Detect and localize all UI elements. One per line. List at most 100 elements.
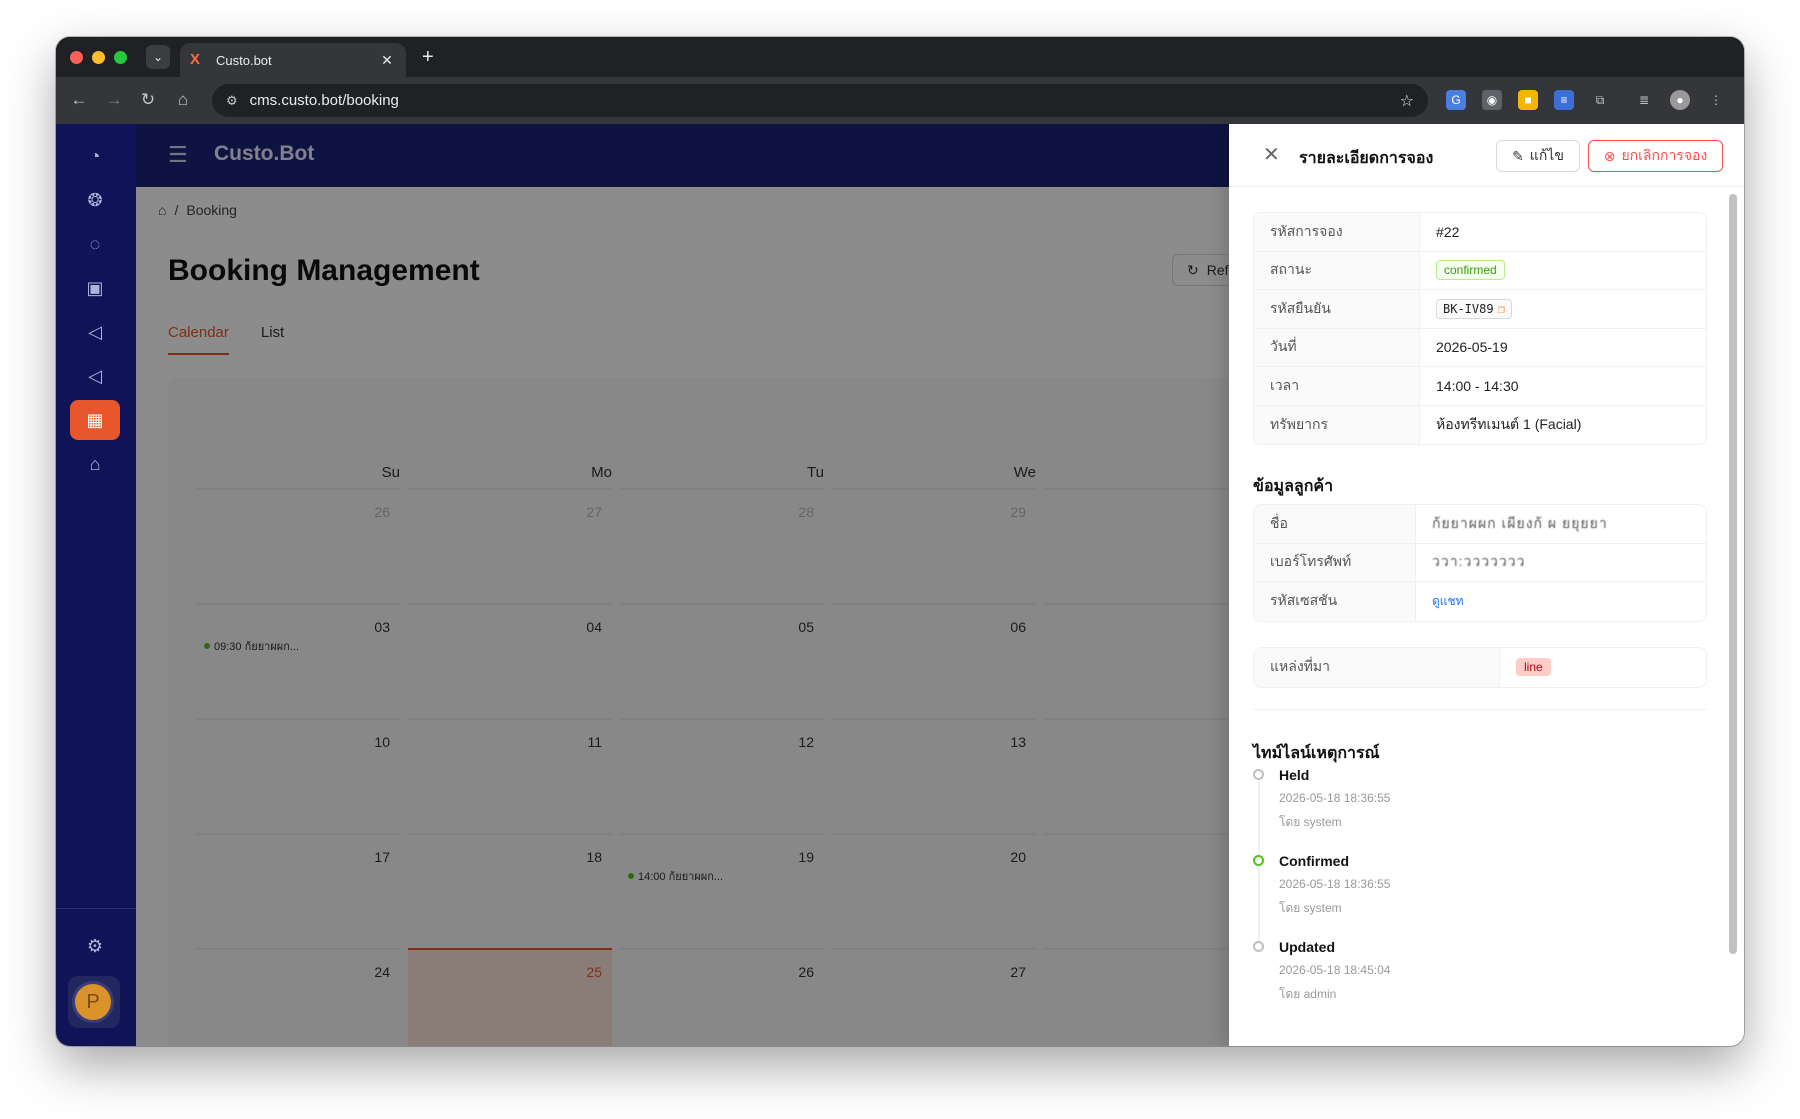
browser-menu-icon[interactable]: ⋮ (1706, 90, 1726, 110)
calendar-icon[interactable]: ▦ (70, 400, 120, 440)
translate-extension-icon[interactable]: G (1446, 90, 1466, 110)
tab-close-icon[interactable]: ✕ (378, 52, 396, 69)
cancel-booking-button[interactable]: ⊗ ยกเลิกการจอง (1588, 140, 1723, 172)
dashboard-icon[interactable]: ◔ (70, 136, 120, 176)
home-nav-icon[interactable]: ⌂ (70, 444, 120, 484)
label-time: เวลา (1254, 367, 1420, 405)
back-icon[interactable]: ← (68, 89, 90, 111)
browser-window: ⌄ X Custo.bot ✕ + ← → ↻ ⌂ ⚙ cms.custo.bo… (56, 37, 1744, 1046)
value-session: ดูแชท (1416, 582, 1706, 621)
tab-strip: ⌄ X Custo.bot ✕ + (56, 37, 1744, 77)
messages-icon[interactable]: ◌ (70, 224, 120, 264)
label-phone: เบอร์โทรศัพท์ (1254, 543, 1416, 581)
shop-bag-icon[interactable]: ▣ (70, 268, 120, 308)
site-info-icon[interactable]: ⚙ (226, 93, 238, 109)
value-status: confirmed (1420, 252, 1706, 290)
source-info-table: แหล่งที่มา line (1253, 647, 1707, 688)
label-source: แหล่งที่มา (1254, 648, 1500, 687)
timeline-event-actor: โดย system (1279, 815, 1342, 829)
value-source: line (1500, 648, 1706, 687)
broadcast-icon[interactable]: ◁ (70, 356, 120, 396)
value-confirm-code: BK-IV89 ❐ (1420, 290, 1706, 328)
maximize-window-button[interactable] (114, 51, 127, 64)
customer-section-title: ข้อมูลลูกค้า (1253, 478, 1334, 495)
copy-icon[interactable]: ❐ (1498, 302, 1505, 316)
cancel-label: ยกเลิกการจอง (1621, 147, 1708, 163)
row-resource: ทรัพยากร ห้องทรีทเมนต์ 1 (Facial) (1254, 405, 1706, 444)
settings-gear-icon[interactable]: ⚙ (70, 926, 120, 966)
avatar[interactable]: P (72, 981, 114, 1023)
drawer-header: ✕ รายละเอียดการจอง ✎ แก้ไข ⊗ ยกเลิกการจอ… (1229, 124, 1744, 187)
label-date: วันที่ (1254, 328, 1420, 366)
timeline-dot (1253, 855, 1264, 866)
edit-label: แก้ไข (1529, 147, 1564, 163)
edit-button[interactable]: ✎ แก้ไข (1496, 140, 1580, 172)
browser-toolbar: ← → ↻ ⌂ ⚙ cms.custo.bot/booking ☆ G ◉ ■ … (56, 77, 1744, 124)
drawer-scrollbar[interactable] (1729, 194, 1737, 954)
drawer-title: รายละเอียดการจอง (1299, 150, 1434, 167)
source-badge: line (1516, 658, 1551, 677)
row-phone: เบอร์โทรศัพท์ ววา:ววววววว (1254, 543, 1706, 582)
minimize-window-button[interactable] (92, 51, 105, 64)
label-confirm-code: รหัสยืนยัน (1254, 290, 1420, 328)
forward-icon[interactable]: → (103, 89, 125, 111)
camera-extension-icon[interactable]: ◉ (1482, 90, 1502, 110)
reload-icon[interactable]: ↻ (137, 89, 159, 111)
home-icon[interactable]: ⌂ (172, 89, 194, 111)
confirm-code-chip[interactable]: BK-IV89 ❐ (1436, 298, 1512, 319)
bookmark-star-icon[interactable]: ☆ (1400, 91, 1414, 111)
timeline-section-title: ไทม์ไลน์เหตุการณ์ (1253, 745, 1380, 762)
timeline-event-name: Confirmed (1279, 853, 1349, 869)
drawer-close-icon[interactable]: ✕ (1263, 142, 1280, 167)
cancel-circle-icon: ⊗ (1603, 147, 1616, 164)
blue-extension-icon[interactable]: ≡ (1554, 90, 1574, 110)
address-bar[interactable]: ⚙ cms.custo.bot/booking ☆ (212, 84, 1428, 117)
timeline-event-actor: โดย system (1279, 901, 1342, 915)
left-navigation: ◔ ❂ ◌ ▣ ◁ ◁ ▦ ⌂ ⚙ P (56, 124, 136, 1046)
browser-tab[interactable]: X Custo.bot ✕ (180, 43, 406, 77)
timeline-event-actor: โดย admin (1279, 987, 1337, 1001)
value-customer-name: ก้ยยาผผก เผียงก้ ผ ยยุยยา (1432, 514, 1608, 531)
timeline-event-name: Updated (1279, 939, 1335, 955)
value-phone: ววา:ววววววว (1432, 553, 1526, 570)
new-tab-icon[interactable]: + (422, 46, 434, 68)
section-divider (1253, 709, 1707, 710)
confirm-code-text: BK-IV89 (1443, 301, 1494, 316)
timeline-dot (1253, 941, 1264, 952)
profile-icon[interactable]: ● (1670, 90, 1690, 110)
app-viewport: ◔ ❂ ◌ ▣ ◁ ◁ ▦ ⌂ ⚙ P ☰ Custo.Bot ⌂ / Book… (56, 124, 1744, 1046)
value-booking-id: #22 (1436, 223, 1460, 240)
label-session: รหัสเซสชัน (1254, 582, 1416, 621)
row-customer-name: ชื่อ ก้ยยาผผก เผียงก้ ผ ยยุยยา (1254, 505, 1706, 544)
row-status: สถานะ confirmed (1254, 251, 1706, 290)
row-session: รหัสเซสชัน ดูแชท (1254, 582, 1706, 621)
tab-title: Custo.bot (216, 52, 272, 68)
row-confirm-code: รหัสยืนยัน BK-IV89 ❐ (1254, 290, 1706, 329)
edit-pencil-icon: ✎ (1512, 147, 1524, 164)
timeline-event-time: 2026-05-18 18:36:55 (1279, 791, 1391, 805)
row-date: วันที่ 2026-05-19 (1254, 328, 1706, 367)
chat-icon[interactable]: ❂ (70, 180, 120, 220)
reading-list-icon[interactable]: ≣ (1634, 90, 1654, 110)
url-text: cms.custo.bot/booking (249, 92, 399, 109)
status-badge: confirmed (1436, 260, 1505, 281)
extensions-puzzle-icon[interactable]: ⧉ (1590, 90, 1610, 110)
timeline-dot (1253, 769, 1264, 780)
tab-search-icon[interactable]: ⌄ (146, 45, 170, 69)
megaphone-icon[interactable]: ◁ (70, 312, 120, 352)
timeline-event-time: 2026-05-18 18:36:55 (1279, 877, 1391, 891)
timeline-event-time: 2026-05-18 18:45:04 (1279, 963, 1391, 977)
view-chat-link[interactable]: ดูแชท (1432, 592, 1464, 611)
customer-info-table: ชื่อ ก้ยยาผผก เผียงก้ ผ ยยุยยา เบอร์โทรศ… (1253, 504, 1707, 622)
close-window-button[interactable] (70, 51, 83, 64)
nav-divider (56, 908, 136, 909)
note-extension-icon[interactable]: ■ (1518, 90, 1538, 110)
favicon-icon: X (190, 51, 201, 68)
booking-detail-drawer: ✕ รายละเอียดการจอง ✎ แก้ไข ⊗ ยกเลิกการจอ… (1229, 124, 1744, 1046)
label-status: สถานะ (1254, 251, 1420, 289)
row-source: แหล่งที่มา line (1254, 648, 1706, 687)
row-time: เวลา 14:00 - 14:30 (1254, 367, 1706, 406)
row-booking-id: รหัสการจอง #22 (1254, 213, 1706, 252)
label-resource: ทรัพยากร (1254, 405, 1420, 444)
value-time: 14:00 - 14:30 (1436, 377, 1519, 394)
